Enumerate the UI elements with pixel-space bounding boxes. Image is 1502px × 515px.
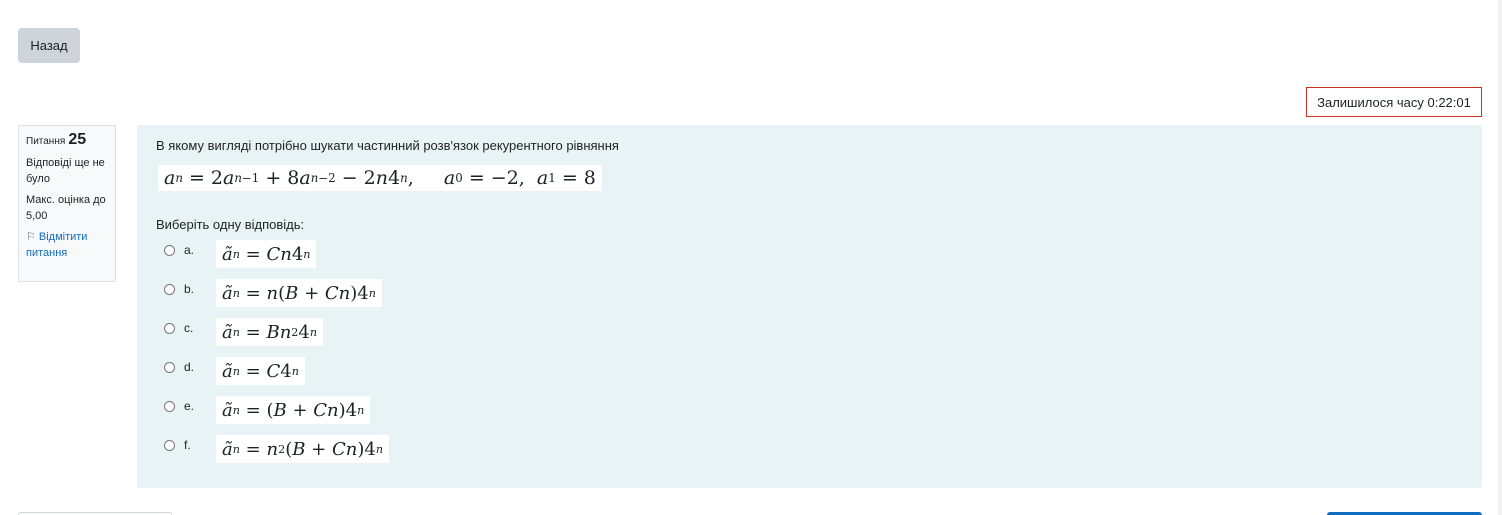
answer-option-f[interactable]: f. ãn = n 2(B + Cn)4 n: [164, 435, 564, 465]
radio-button[interactable]: [164, 284, 175, 295]
option-formula: ãn = C4n: [216, 357, 305, 385]
radio-button[interactable]: [164, 401, 175, 412]
answer-option-e[interactable]: e. ãn = (B + Cn)4 n: [164, 396, 564, 426]
option-letter: d.: [184, 360, 195, 374]
option-formula: ãn = (B + Cn)4 n: [216, 396, 371, 424]
answer-prompt: Виберіть одну відповідь:: [156, 217, 305, 232]
option-formula: ãn = n 2(B + Cn)4 n: [216, 435, 390, 463]
option-letter: a.: [184, 243, 195, 257]
option-formula: ãn = n(B + Cn)4 n: [216, 279, 382, 307]
answer-option-c[interactable]: c. ãn = Bn 2 4 n: [164, 318, 564, 348]
radio-button[interactable]: [164, 440, 175, 451]
question-number-line: Питання 25: [26, 132, 108, 150]
answer-status: Відповіді ще не було: [26, 157, 105, 185]
question-number: 25: [68, 131, 87, 148]
option-letter: b.: [184, 282, 195, 296]
question-content: В якому вигляді потрібно шукати частинни…: [137, 125, 1482, 488]
answer-option-b[interactable]: b. ãn = n(B + Cn)4 n: [164, 279, 564, 309]
option-letter: f.: [184, 438, 191, 452]
radio-button[interactable]: [164, 362, 175, 373]
option-formula: ãn = Bn 2 4 n: [216, 318, 324, 346]
question-info-panel: Питання 25 Відповіді ще не було Макс. оц…: [18, 125, 116, 282]
answer-option-d[interactable]: d. ãn = C4n: [164, 357, 564, 387]
question-label: Питання: [26, 136, 66, 147]
quiz-page: Назад Залишилося часу 0:22:01 Питання 25…: [0, 0, 1502, 515]
max-grade: Макс. оцінка до 5,00: [26, 194, 106, 222]
flag-icon: ⚐: [26, 231, 36, 243]
option-formula: ãn = Cn 4 n: [216, 240, 317, 268]
option-letter: e.: [184, 399, 195, 413]
option-letter: c.: [184, 321, 194, 335]
recurrence-formula: an = 2 a n−1 + 8 a n−2 − 2n4n, a0 = −2, a1 =…: [158, 165, 602, 191]
flag-question-link[interactable]: ⚐ Відмітити питання: [26, 229, 108, 261]
back-button[interactable]: Назад: [18, 28, 80, 63]
answer-option-a[interactable]: a. ãn = Cn 4 n: [164, 240, 564, 270]
radio-button[interactable]: [164, 245, 175, 256]
scrollbar[interactable]: [1498, 0, 1502, 515]
question-text: В якому вигляді потрібно шукати частинни…: [156, 138, 619, 153]
radio-button[interactable]: [164, 323, 175, 334]
time-remaining: Залишилося часу 0:22:01: [1306, 87, 1482, 117]
